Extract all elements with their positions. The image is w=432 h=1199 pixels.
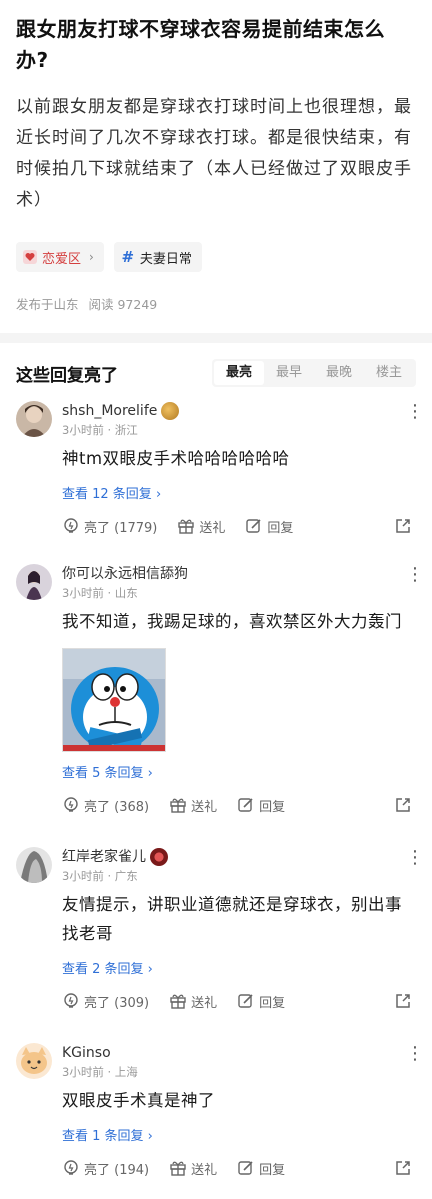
hashtag-icon: # [121, 248, 135, 266]
edit-reply-icon [238, 798, 253, 812]
like-button[interactable]: 亮了 (194) [62, 1159, 149, 1178]
heart-icon [22, 249, 38, 265]
gift-icon [170, 798, 186, 813]
gift-button[interactable]: 送礼 [177, 517, 225, 536]
post-location: 发布于山东 [16, 297, 79, 312]
gift-icon [178, 519, 195, 534]
post-body: 以前跟女朋友都是穿球衣打球时间上也很理想，最近长时间了几次不穿球衣打球。都是很快… [16, 97, 412, 210]
section-divider [0, 333, 432, 343]
like-button[interactable]: 亮了 (309) [62, 992, 149, 1011]
light-bulb-icon [64, 797, 78, 812]
comment-username[interactable]: KGinso [62, 1043, 111, 1063]
comment-time-location: 3小时前 · 广东 [62, 869, 138, 883]
reply-button[interactable]: 回复 [237, 1159, 285, 1178]
avatar[interactable] [16, 564, 52, 600]
tab-earliest[interactable]: 最早 [264, 361, 314, 385]
edit-reply-icon [246, 519, 261, 533]
gift-button[interactable]: 送礼 [169, 992, 217, 1011]
like-button[interactable]: 亮了 (368) [62, 796, 149, 815]
more-options-icon[interactable]: ⋮ [406, 566, 424, 584]
comment-time-location: 3小时前 · 山东 [62, 586, 138, 600]
comment-text: 我不知道，我踢足球的，喜欢禁区外大力轰门 [62, 612, 402, 631]
comment-item: 你可以永远相信舔狗 3小时前 · 山东 ⋮ 我不知道，我踢足球的，喜欢禁区外大力… [0, 564, 432, 817]
tag-love-zone[interactable]: 恋爱区 › [16, 242, 104, 272]
tag-couple-label: 夫妻日常 [139, 251, 192, 267]
level-badge-icon [161, 402, 180, 420]
sort-tabs: 最亮 最早 最晚 楼主 [212, 359, 416, 387]
comment-actions: 亮了 (194) 送礼 回复 [62, 1156, 416, 1180]
tab-hottest[interactable]: 最亮 [214, 361, 264, 385]
light-bulb-icon [64, 1160, 78, 1175]
reply-button[interactable]: 回复 [245, 517, 293, 536]
post-views: 阅读 97249 [88, 297, 158, 312]
more-options-icon[interactable]: ⋮ [406, 1045, 424, 1063]
view-replies-link[interactable]: 查看 5 条回复 › [62, 762, 416, 781]
replies-title: 这些回复亮了 [16, 365, 118, 386]
comment-username[interactable]: 红岸老家雀儿 [62, 847, 146, 867]
gift-icon [170, 1161, 186, 1176]
comment-text: 双眼皮手术真是神了 [62, 1091, 215, 1110]
replies-header: 这些回复亮了 最亮 最早 最晚 楼主 [0, 343, 432, 397]
view-replies-link[interactable]: 查看 12 条回复 › [62, 483, 416, 502]
comment-username[interactable]: shsh_Morelife [62, 401, 157, 421]
light-bulb-icon [64, 518, 78, 533]
post-title: 跟女朋友打球不穿球衣容易提前结束怎么办? [16, 17, 385, 72]
more-options-icon[interactable]: ⋮ [406, 849, 424, 867]
edit-reply-icon [238, 994, 253, 1008]
tab-op-only[interactable]: 楼主 [364, 361, 414, 385]
tag-couple-daily[interactable]: # 夫妻日常 [113, 242, 202, 272]
gift-icon [170, 994, 186, 1009]
comment-actions: 亮了 (309) 送礼 回复 [62, 989, 416, 1013]
view-replies-link[interactable]: 查看 1 条回复 › [62, 1125, 416, 1144]
reply-button[interactable]: 回复 [237, 992, 285, 1011]
share-icon [396, 994, 410, 1008]
post-meta: 发布于山东 阅读 97249 [16, 294, 416, 313]
share-button[interactable] [394, 517, 416, 535]
comment-time-location: 3小时前 · 浙江 [62, 423, 138, 437]
share-button[interactable] [394, 1159, 416, 1177]
share-icon [396, 798, 410, 812]
comment-actions: 亮了 (368) 送礼 回复 [62, 793, 416, 817]
light-bulb-icon [64, 993, 78, 1008]
doraemon-sticker-image[interactable] [62, 648, 166, 752]
share-button[interactable] [394, 796, 416, 814]
view-replies-link[interactable]: 查看 2 条回复 › [62, 958, 416, 977]
share-icon [396, 519, 410, 533]
tag-list: 恋爱区 › # 夫妻日常 [16, 242, 416, 272]
like-button[interactable]: 亮了 (1779) [62, 517, 157, 536]
share-button[interactable] [394, 992, 416, 1010]
edit-reply-icon [238, 1161, 253, 1175]
gift-button[interactable]: 送礼 [169, 796, 217, 815]
comment-actions: 亮了 (1779) 送礼 回复 [62, 514, 416, 538]
share-icon [396, 1161, 410, 1175]
comment-item: shsh_Morelife 3小时前 · 浙江 ⋮ 神tm双眼皮手术哈哈哈哈哈哈… [0, 401, 432, 538]
comment-text: 友情提示，讲职业道德就还是穿球衣，别出事找老哥 [62, 895, 402, 943]
tab-latest[interactable]: 最晚 [314, 361, 364, 385]
tag-love-label: 恋爱区 [42, 251, 82, 267]
comment-item: 红岸老家雀儿 3小时前 · 广东 ⋮ 友情提示，讲职业道德就还是穿球衣，别出事找… [0, 847, 432, 1013]
more-options-icon[interactable]: ⋮ [406, 403, 424, 421]
comment-text: 神tm双眼皮手术哈哈哈哈哈哈 [62, 449, 290, 468]
avatar[interactable] [16, 401, 52, 437]
chevron-right-icon: › [89, 250, 94, 264]
avatar[interactable] [16, 847, 52, 883]
gift-button[interactable]: 送礼 [169, 1159, 217, 1178]
level-badge-icon [150, 848, 168, 866]
reply-button[interactable]: 回复 [237, 796, 285, 815]
comment-item: KGinso 3小时前 · 上海 ⋮ 双眼皮手术真是神了 查看 1 条回复 › … [0, 1043, 432, 1180]
comment-username[interactable]: 你可以永远相信舔狗 [62, 564, 188, 584]
avatar[interactable] [16, 1043, 52, 1079]
post: 跟女朋友打球不穿球衣容易提前结束怎么办? 以前跟女朋友都是穿球衣打球时间上也很理… [0, 0, 432, 313]
comment-time-location: 3小时前 · 上海 [62, 1065, 138, 1079]
